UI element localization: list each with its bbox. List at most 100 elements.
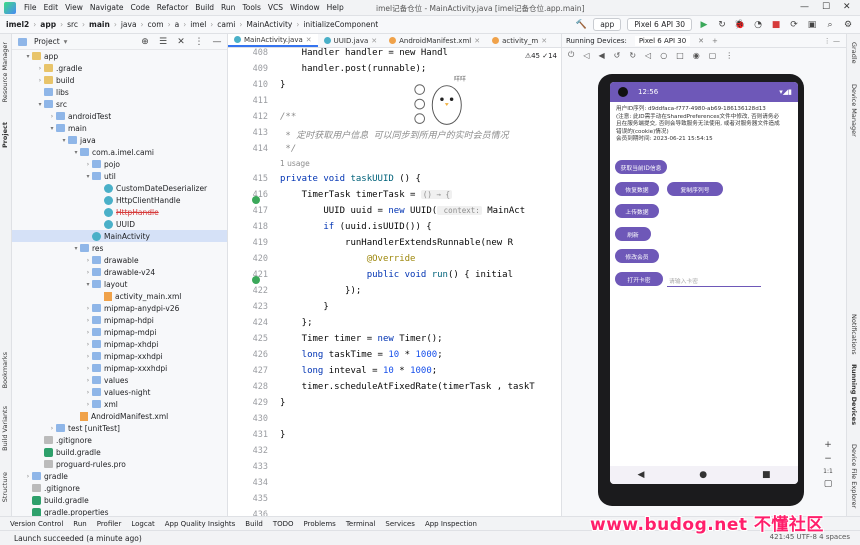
running-devices-tab[interactable]: Running Devices <box>850 364 858 425</box>
tool-window-profiler[interactable]: Profiler <box>97 520 122 528</box>
tree-item[interactable]: ▾ src <box>12 98 227 110</box>
tree-item[interactable]: build.gradle <box>12 494 227 506</box>
tree-item[interactable]: HttpClientHandle <box>12 194 227 206</box>
tree-item[interactable]: ▾ app <box>12 50 227 62</box>
tree-item[interactable]: build.gradle <box>12 446 227 458</box>
options-icon[interactable]: ⋮ <box>193 36 205 48</box>
expand-arrow-icon[interactable]: ▾ <box>72 149 80 156</box>
expand-arrow-icon[interactable]: › <box>84 269 92 276</box>
run-icon[interactable]: ▶ <box>698 19 710 31</box>
tree-item[interactable]: ▾ layout <box>12 278 227 290</box>
expand-arrow-icon[interactable]: ▾ <box>72 245 80 252</box>
expand-arrow-icon[interactable]: › <box>84 353 92 360</box>
add-device-icon[interactable]: + <box>712 37 718 45</box>
power-icon[interactable]: ⏻ <box>568 50 574 60</box>
expand-arrow-icon[interactable]: ▾ <box>24 53 32 60</box>
options-icon[interactable]: ⋮ — <box>824 37 840 45</box>
device-file-explorer-tab[interactable]: Device File Explorer <box>850 444 858 508</box>
expand-arrow-icon[interactable]: › <box>84 341 92 348</box>
tree-item[interactable]: › test [unitTest] <box>12 422 227 434</box>
stop-icon[interactable]: ■ <box>770 19 782 31</box>
tree-item[interactable]: › mipmap-xxhdpi <box>12 350 227 362</box>
menu-help[interactable]: Help <box>327 3 344 12</box>
open-card-button[interactable]: 打开卡密 <box>615 272 663 286</box>
tree-item[interactable]: activity_main.xml <box>12 290 227 302</box>
tree-item[interactable]: ▾ res <box>12 242 227 254</box>
restore-data-button[interactable]: 恢复数据 <box>615 182 659 196</box>
breadcrumb-a[interactable]: a <box>175 20 180 29</box>
tool-window-app-inspection[interactable]: App Inspection <box>425 520 477 528</box>
sync-icon[interactable]: ⟳ <box>788 19 800 31</box>
card-key-input[interactable]: 请输入卡密 <box>667 275 761 287</box>
tool-window-problems[interactable]: Problems <box>304 520 336 528</box>
tree-item[interactable]: .gitignore <box>12 434 227 446</box>
tool-window-terminal[interactable]: Terminal <box>346 520 376 528</box>
device-screen[interactable]: 12:56 ▾◢▮ 用户ID序列: d9ddfaca-f777-4980-ab6… <box>610 82 798 484</box>
tree-item[interactable]: › gradle <box>12 470 227 482</box>
tree-item[interactable]: UUID <box>12 218 227 230</box>
settings-icon[interactable]: ⚙ <box>842 19 854 31</box>
tool-window-build[interactable]: Build <box>245 520 263 528</box>
run-config-select[interactable]: app <box>593 18 622 31</box>
expand-arrow-icon[interactable]: › <box>84 161 92 168</box>
breadcrumb-project[interactable]: imel2 <box>6 20 29 29</box>
tree-item[interactable]: › values <box>12 374 227 386</box>
tree-item[interactable]: › build <box>12 74 227 86</box>
hammer-icon[interactable]: 🔨 <box>575 19 587 31</box>
menu-view[interactable]: View <box>65 3 83 12</box>
expand-arrow-icon[interactable]: ▾ <box>84 281 92 288</box>
run-gutter-icon[interactable] <box>252 196 260 204</box>
expand-arrow-icon[interactable]: › <box>48 113 56 120</box>
tree-item[interactable]: ▾ main <box>12 122 227 134</box>
close-tab-icon[interactable]: ✕ <box>306 36 312 44</box>
tree-item[interactable]: › mipmap-xxxhdpi <box>12 362 227 374</box>
gradle-tab[interactable]: Gradle <box>850 42 858 64</box>
overview-icon[interactable]: □ <box>676 51 684 60</box>
menu-refactor[interactable]: Refactor <box>157 3 188 12</box>
expand-arrow-icon[interactable]: › <box>84 377 92 384</box>
device-manager-tab[interactable]: Device Manager <box>850 84 858 137</box>
tree-item[interactable]: › mipmap-mdpi <box>12 326 227 338</box>
menu-tools[interactable]: Tools <box>242 3 260 12</box>
tree-item[interactable]: proguard-rules.pro <box>12 458 227 470</box>
menu-file[interactable]: File <box>24 3 37 12</box>
expand-arrow-icon[interactable]: ▾ <box>48 125 56 132</box>
bookmarks-tab[interactable]: Bookmarks <box>1 352 9 388</box>
expand-all-icon[interactable]: ✕ <box>175 36 187 48</box>
refresh-button[interactable]: 刷新 <box>615 227 651 241</box>
volume-up-icon[interactable]: ◁ <box>583 51 589 60</box>
tree-item[interactable]: › mipmap-anydpi-v26 <box>12 302 227 314</box>
editor-tab[interactable]: UUID.java ✕ <box>318 34 383 47</box>
tree-item[interactable]: ▾ util <box>12 170 227 182</box>
screenshot-icon[interactable]: ◉ <box>693 51 700 60</box>
device-tab[interactable]: Pixel 6 API 30 <box>634 35 691 46</box>
project-panel-title[interactable]: Project <box>34 37 60 46</box>
zoom-in-icon[interactable]: + <box>824 440 832 450</box>
resource-manager-tab[interactable]: Resource Manager <box>1 42 9 102</box>
tree-item[interactable]: AndroidManifest.xml <box>12 410 227 422</box>
tree-item[interactable]: CustomDateDeserializer <box>12 182 227 194</box>
editor-tab[interactable]: MainActivity.java ✕ <box>228 34 318 47</box>
tool-window-services[interactable]: Services <box>385 520 415 528</box>
editor-tab[interactable]: AndroidManifest.xml ✕ <box>383 34 486 47</box>
record-icon[interactable]: ▢ <box>709 51 717 60</box>
close-icon[interactable]: ✕ <box>843 2 851 12</box>
breadcrumb-app[interactable]: app <box>40 20 56 29</box>
expand-arrow-icon[interactable]: ▾ <box>60 137 68 144</box>
nav-back-icon[interactable]: ◀ <box>637 470 644 480</box>
home-icon[interactable]: ○ <box>660 51 667 60</box>
tool-window-run[interactable]: Run <box>73 520 86 528</box>
tree-item[interactable]: › .gradle <box>12 62 227 74</box>
editor-tab[interactable]: activity_m ✕ <box>486 34 553 47</box>
project-tab[interactable]: Project <box>1 122 9 148</box>
tool-window-app-quality-insights[interactable]: App Quality Insights <box>165 520 236 528</box>
expand-arrow-icon[interactable]: › <box>36 77 44 84</box>
search-icon[interactable]: ⌕ <box>824 19 836 31</box>
back-icon[interactable]: ◁ <box>645 51 651 60</box>
expand-arrow-icon[interactable]: ▾ <box>84 173 92 180</box>
tree-item[interactable]: › values-night <box>12 386 227 398</box>
profile-icon[interactable]: ◔ <box>752 19 764 31</box>
expand-arrow-icon[interactable]: › <box>48 425 56 432</box>
breadcrumb-cami[interactable]: cami <box>217 20 235 29</box>
tool-window-todo[interactable]: TODO <box>273 520 294 528</box>
